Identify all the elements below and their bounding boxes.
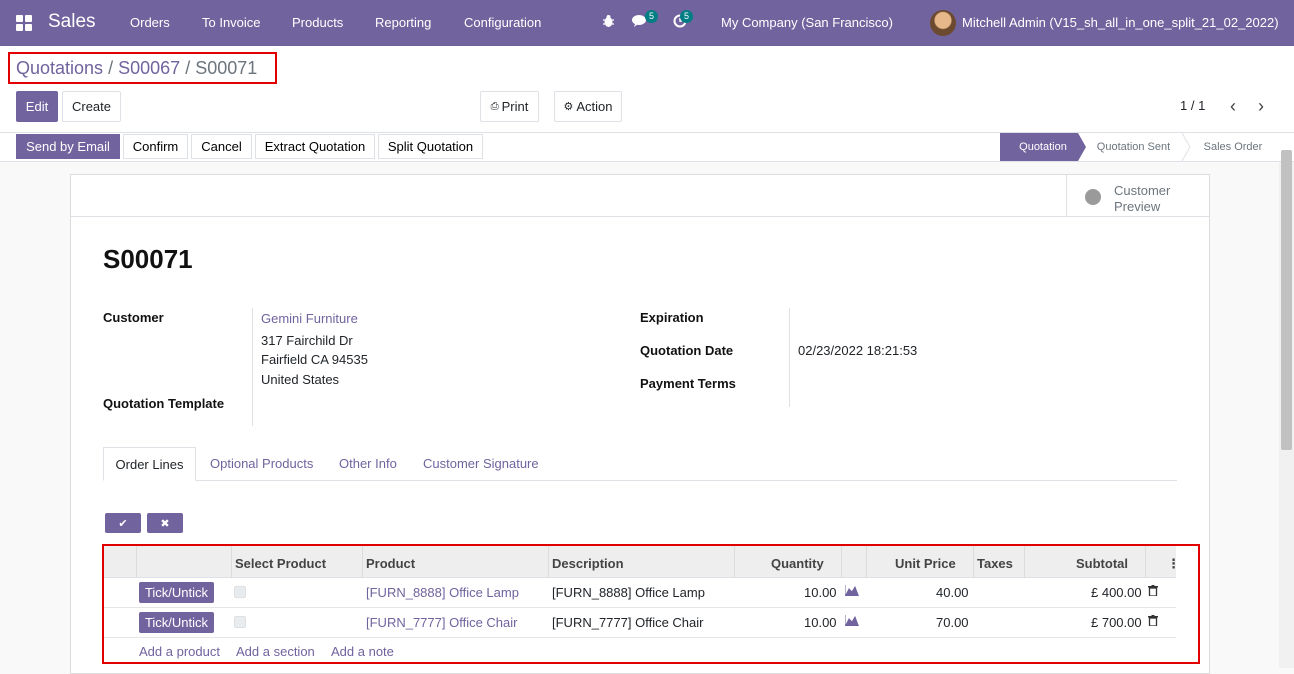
action-button[interactable]: ⚙ Action [554, 91, 622, 122]
stage-sales-order[interactable]: Sales Order [1190, 133, 1276, 161]
stage-quotation[interactable]: Quotation [1000, 133, 1086, 161]
pager-next-icon[interactable]: › [1258, 96, 1264, 117]
activities-badge: 5 [680, 10, 694, 23]
top-navbar: Sales Orders To Invoice Products Reporti… [0, 0, 1294, 46]
menu-products[interactable]: Products [292, 15, 343, 30]
tab-optional-products[interactable]: Optional Products [210, 456, 313, 471]
extract-quotation-button[interactable]: Extract Quotation [255, 134, 375, 159]
customer-address-city: Fairfield CA 94535 [261, 352, 368, 367]
check-all-icon[interactable]: ✔ [105, 513, 141, 533]
breadcrumb: Quotations / S00067 / S00071 [16, 58, 257, 79]
edit-button[interactable]: Edit [16, 91, 58, 122]
breadcrumb-current: S00071 [195, 58, 258, 78]
customer-preview-line1: Customer [1114, 183, 1171, 198]
menu-orders[interactable]: Orders [130, 15, 170, 30]
menu-configuration[interactable]: Configuration [464, 15, 541, 30]
payment-terms-label: Payment Terms [640, 376, 736, 391]
customer-address-country: United States [261, 372, 340, 387]
confirm-button[interactable]: Confirm [123, 134, 188, 159]
send-by-email-button[interactable]: Send by Email [16, 134, 120, 159]
statusbar: Send by Email Confirm Cancel Extract Quo… [0, 132, 1294, 162]
quotation-date-value: 02/23/2022 18:21:53 [798, 343, 918, 358]
tab-order-lines[interactable]: Order Lines [103, 447, 196, 481]
bug-icon[interactable] [602, 14, 615, 31]
print-button[interactable]: ⎙ Print [480, 91, 539, 122]
print-label: Print [501, 99, 529, 114]
quotation-date-label: Quotation Date [640, 343, 734, 358]
user-menu[interactable]: Mitchell Admin (V15_sh_all_in_one_split_… [962, 15, 1279, 30]
customer-label: Customer [103, 310, 164, 325]
breadcrumb-parent-order[interactable]: S00067 [118, 58, 180, 78]
action-label: Action [576, 99, 613, 114]
split-quotation-button[interactable]: Split Quotation [378, 134, 483, 159]
sheet-button-box-border [71, 216, 1209, 217]
breadcrumb-separator: / [185, 58, 191, 78]
company-switcher[interactable]: My Company (San Francisco) [721, 15, 893, 30]
field-separator [252, 308, 253, 426]
quotation-template-label: Quotation Template [103, 396, 225, 411]
menu-reporting[interactable]: Reporting [375, 15, 431, 30]
uncheck-all-icon[interactable]: ✖ [147, 513, 183, 533]
print-icon: ⎙ [490, 101, 499, 112]
globe-icon [1085, 189, 1101, 205]
pager-value[interactable]: 1 / 1 [1180, 98, 1205, 113]
customer-name-link[interactable]: Gemini Furniture [261, 311, 358, 326]
apps-grid-icon[interactable] [16, 15, 32, 31]
cancel-button[interactable]: Cancel [191, 134, 252, 159]
scrollbar-thumb[interactable] [1281, 150, 1292, 450]
gear-icon: ⚙ [563, 101, 574, 113]
tab-customer-signature[interactable]: Customer Signature [423, 456, 539, 471]
pager-previous-icon[interactable]: ‹ [1230, 96, 1236, 117]
stage-quotation-sent[interactable]: Quotation Sent [1086, 133, 1181, 161]
tabs-border [103, 480, 1177, 481]
expiration-label: Expiration [640, 310, 704, 325]
breadcrumb-separator: / [108, 58, 114, 78]
order-lines-highlight [102, 544, 1200, 664]
app-name[interactable]: Sales [48, 11, 96, 33]
tab-other-info[interactable]: Other Info [339, 456, 397, 471]
record-title: S00071 [103, 244, 193, 274]
breadcrumb-quotations[interactable]: Quotations [16, 58, 103, 78]
create-button[interactable]: Create [62, 91, 121, 122]
menu-to-invoice[interactable]: To Invoice [202, 15, 261, 30]
messages-badge: 5 [645, 10, 659, 23]
field-separator [789, 308, 790, 407]
customer-address-street: 317 Fairchild Dr [261, 333, 353, 348]
customer-preview-label[interactable]: Customer Preview [1114, 183, 1194, 215]
customer-preview-line2: Preview [1114, 199, 1161, 214]
user-avatar[interactable] [930, 10, 956, 36]
